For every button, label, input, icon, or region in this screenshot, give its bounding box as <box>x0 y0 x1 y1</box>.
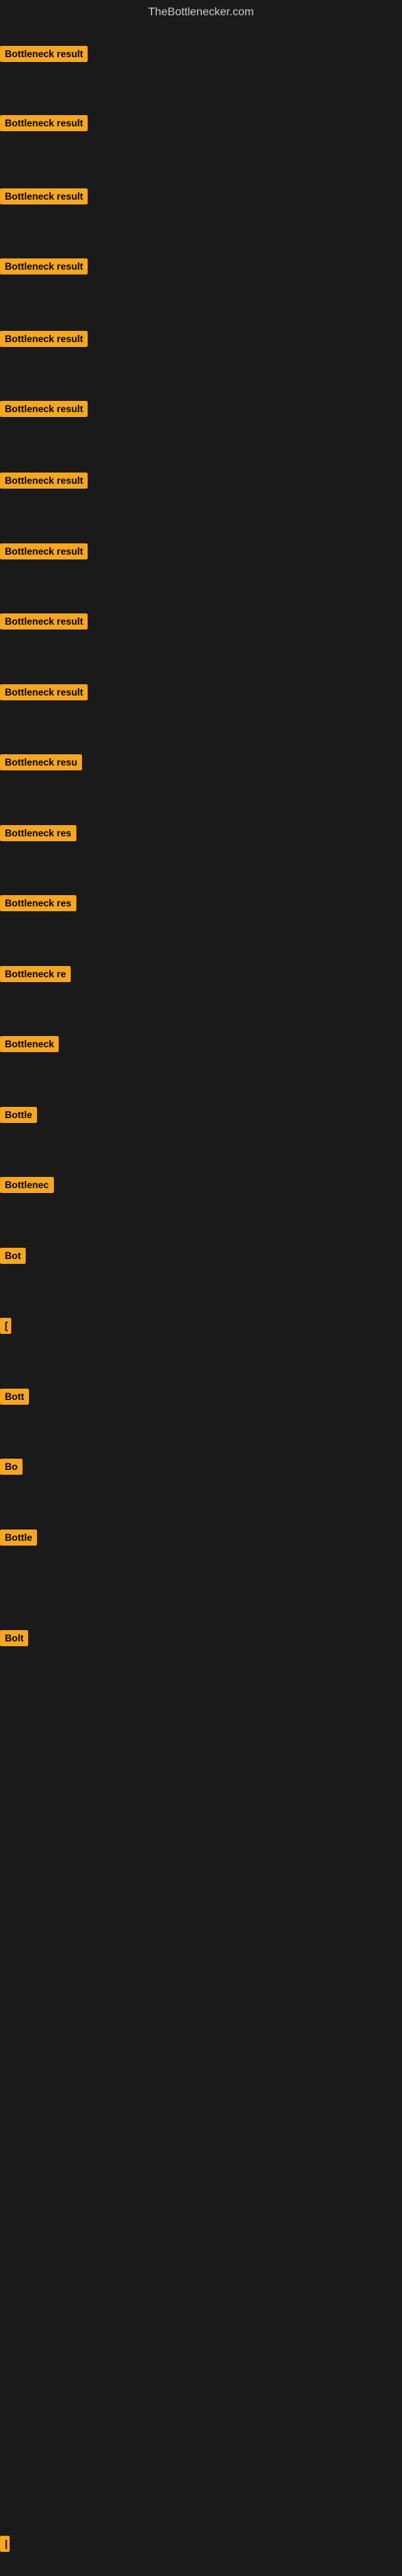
bottleneck-badge-3[interactable]: Bottleneck result <box>0 188 88 204</box>
bottleneck-badge-17[interactable]: Bottlenec <box>0 1177 54 1193</box>
bottleneck-badge-18[interactable]: Bot <box>0 1248 26 1264</box>
bottleneck-badge-5[interactable]: Bottleneck result <box>0 331 88 347</box>
bottleneck-badge-19[interactable]: [ <box>0 1318 11 1334</box>
bottleneck-badge-row: Bottleneck <box>0 1036 59 1056</box>
bottleneck-badge-row: Bott <box>0 1389 29 1409</box>
bottleneck-badge-13[interactable]: Bottleneck res <box>0 895 76 911</box>
bottleneck-badge-row: Bo <box>0 1459 23 1479</box>
bottleneck-badge-row: Bottleneck result <box>0 258 88 279</box>
bottleneck-badge-7[interactable]: Bottleneck result <box>0 473 88 489</box>
bottleneck-badge-11[interactable]: Bottleneck resu <box>0 754 82 770</box>
bottleneck-badge-row: Bottleneck result <box>0 613 88 634</box>
bottleneck-badge-row: Bottleneck resu <box>0 754 82 774</box>
bottleneck-badge-6[interactable]: Bottleneck result <box>0 401 88 417</box>
bottleneck-badge-9[interactable]: Bottleneck result <box>0 613 88 630</box>
bottleneck-badge-row: Bottleneck res <box>0 825 76 845</box>
bottleneck-badge-2[interactable]: Bottleneck result <box>0 115 88 131</box>
bottleneck-badge-row: Bottleneck result <box>0 115 88 135</box>
bottleneck-badge-23[interactable]: Bolt <box>0 1630 28 1646</box>
bottleneck-badge-4[interactable]: Bottleneck result <box>0 258 88 275</box>
bottleneck-badge-24[interactable]: | <box>0 2536 10 2552</box>
bottleneck-badge-15[interactable]: Bottleneck <box>0 1036 59 1052</box>
bottleneck-badge-row: Bottlenec <box>0 1177 54 1197</box>
site-title: TheBottlenecker.com <box>0 0 402 23</box>
bottleneck-badge-14[interactable]: Bottleneck re <box>0 966 71 982</box>
bottleneck-badge-10[interactable]: Bottleneck result <box>0 684 88 700</box>
bottleneck-badge-row: Bottleneck result <box>0 46 88 66</box>
bottleneck-badge-22[interactable]: Bottle <box>0 1530 37 1546</box>
bottleneck-badge-row: Bottle <box>0 1107 37 1127</box>
bottleneck-badge-row: Bottleneck result <box>0 473 88 493</box>
bottleneck-badge-row: Bottle <box>0 1530 37 1550</box>
bottleneck-badge-row: [ <box>0 1318 11 1338</box>
bottleneck-badge-row: Bottleneck re <box>0 966 71 986</box>
bottleneck-badge-21[interactable]: Bo <box>0 1459 23 1475</box>
bottleneck-badge-1[interactable]: Bottleneck result <box>0 46 88 62</box>
bottleneck-badge-row: Bottleneck result <box>0 401 88 421</box>
bottleneck-badge-row: Bolt <box>0 1630 28 1650</box>
bottleneck-badge-8[interactable]: Bottleneck result <box>0 543 88 559</box>
bottleneck-badge-row: Bottleneck res <box>0 895 76 915</box>
bottleneck-badge-row: | <box>0 2536 10 2556</box>
bottleneck-badge-row: Bottleneck result <box>0 543 88 564</box>
bottleneck-badge-12[interactable]: Bottleneck res <box>0 825 76 841</box>
bottleneck-badge-row: Bottleneck result <box>0 331 88 351</box>
bottleneck-badge-16[interactable]: Bottle <box>0 1107 37 1123</box>
bottleneck-badge-row: Bottleneck result <box>0 684 88 704</box>
bottleneck-badge-20[interactable]: Bott <box>0 1389 29 1405</box>
bottleneck-badge-row: Bottleneck result <box>0 188 88 208</box>
bottleneck-badge-row: Bot <box>0 1248 26 1268</box>
